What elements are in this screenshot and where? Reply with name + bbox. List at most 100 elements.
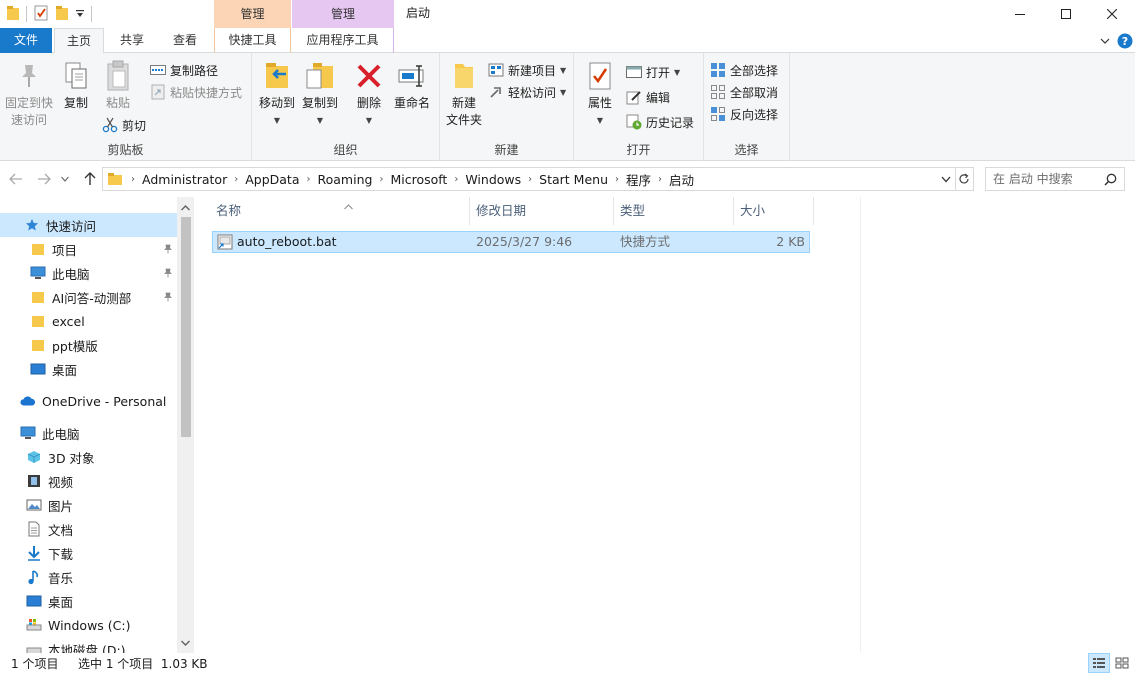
nav-item-projects[interactable]: 项目	[0, 237, 177, 261]
column-header-size[interactable]: 大小	[734, 197, 814, 225]
nav-scrollbar[interactable]	[177, 197, 194, 653]
breadcrumb-chevron-icon[interactable]: ›	[305, 174, 313, 185]
new-item-button[interactable]: 新建项目 ▼	[488, 60, 566, 80]
invert-selection-button[interactable]: 反向选择	[710, 104, 778, 124]
nav-item-ppt-template[interactable]: ppt模版	[0, 333, 177, 357]
forward-button[interactable]	[34, 169, 54, 189]
breadcrumb-chevron-icon[interactable]: ›	[526, 174, 534, 185]
up-button[interactable]	[80, 169, 100, 189]
delete-icon	[357, 64, 381, 88]
tab-app-tools[interactable]: 应用程序工具	[292, 28, 394, 53]
rename-button[interactable]: 重命名	[390, 59, 434, 112]
nav-item-ai-qa[interactable]: AI问答-动测部	[0, 285, 177, 309]
paste-shortcut-button[interactable]: 粘贴快捷方式	[150, 82, 242, 102]
tab-view[interactable]: 查看	[160, 28, 210, 53]
column-header-name[interactable]: 名称	[210, 197, 470, 225]
easy-access-button[interactable]: 轻松访问 ▼	[488, 82, 566, 102]
cut-button[interactable]: 剪切	[102, 115, 146, 135]
nav-item-onedrive[interactable]: OneDrive - Personal	[0, 389, 177, 413]
tab-file[interactable]: 文件	[0, 28, 52, 53]
tab-share[interactable]: 共享	[108, 28, 156, 53]
breadcrumb-chevron-icon[interactable]: ›	[656, 174, 664, 185]
edit-button[interactable]: 编辑	[626, 87, 670, 107]
breadcrumb-chevron-icon[interactable]: ›	[613, 174, 621, 185]
back-button[interactable]	[6, 169, 26, 189]
breadcrumb-item-programs[interactable]: 程序	[621, 170, 656, 189]
copy-button[interactable]: 复制	[58, 59, 94, 112]
open-button[interactable]: 打开 ▼	[626, 62, 680, 82]
properties-check-icon[interactable]	[33, 5, 49, 24]
cloud-icon	[20, 393, 36, 409]
close-button[interactable]	[1089, 0, 1135, 28]
refresh-button[interactable]	[955, 167, 974, 191]
nav-item-desktop-quick[interactable]: 桌面	[0, 357, 177, 381]
help-button[interactable]: ?	[1116, 32, 1134, 50]
breadcrumb-item-roaming[interactable]: Roaming	[313, 172, 378, 187]
large-icons-view-button[interactable]	[1111, 653, 1133, 673]
computer-icon	[20, 425, 36, 441]
nav-item-downloads[interactable]: 下载	[0, 541, 177, 565]
breadcrumb-chevron-icon[interactable]: ›	[377, 174, 385, 185]
address-dropdown-button[interactable]	[937, 168, 955, 190]
cut-label: 剪切	[122, 118, 147, 133]
breadcrumb-chevron-icon[interactable]: ›	[129, 174, 137, 185]
folder-icon[interactable]	[6, 5, 20, 24]
column-header-type[interactable]: 类型	[614, 197, 734, 225]
properties-button[interactable]: 属性 ▼	[580, 59, 620, 129]
minimize-button[interactable]	[997, 0, 1043, 28]
expand-ribbon-button[interactable]	[1096, 32, 1114, 50]
pin-icon	[162, 267, 174, 279]
arrow-right-icon	[38, 173, 51, 185]
pin-quick-access-button[interactable]: 固定到快 速访问	[2, 59, 56, 129]
delete-button[interactable]: 删除 ▼	[352, 59, 386, 129]
nav-item-desktop[interactable]: 桌面	[0, 589, 177, 613]
history-button[interactable]: 历史记录	[626, 112, 694, 132]
maximize-button[interactable]	[1043, 0, 1089, 28]
nav-item-3d-objects[interactable]: 3D 对象	[0, 445, 177, 469]
nav-item-drive-c[interactable]: Windows (C:)	[0, 613, 177, 637]
nav-item-pictures[interactable]: 图片	[0, 493, 177, 517]
nav-item-label: 桌面	[48, 594, 74, 610]
breadcrumb-item-start-menu[interactable]: Start Menu	[534, 172, 613, 187]
nav-item-music[interactable]: 音乐	[0, 565, 177, 589]
tab-shortcut-tools[interactable]: 快捷工具	[214, 28, 291, 53]
copy-to-button[interactable]: 复制到 ▼	[298, 59, 342, 129]
breadcrumb-item-appdata[interactable]: AppData	[240, 172, 304, 187]
select-all-button[interactable]: 全部选择	[710, 60, 778, 80]
open-icon	[626, 66, 642, 78]
breadcrumb-item-administrator[interactable]: Administrator	[137, 172, 232, 187]
nav-scrollbar-thumb[interactable]	[181, 217, 191, 437]
scroll-down-icon[interactable]	[177, 634, 194, 651]
breadcrumb-item-microsoft[interactable]: Microsoft	[385, 172, 452, 187]
paste-button[interactable]: 粘贴	[98, 59, 138, 112]
tab-home[interactable]: 主页	[54, 28, 104, 54]
column-header-modified[interactable]: 修改日期	[470, 197, 614, 225]
nav-item-this-pc[interactable]: 此电脑	[0, 421, 177, 445]
copy-path-button[interactable]: 复制路径	[150, 60, 218, 80]
new-folder-icon[interactable]	[55, 5, 69, 24]
breadcrumb-item-startup[interactable]: 启动	[664, 170, 699, 189]
nav-item-label: 此电脑	[42, 426, 80, 442]
nav-item-quick-access[interactable]: 快速访问	[0, 213, 177, 237]
address-bar[interactable]: › Administrator › AppData › Roaming › Mi…	[102, 167, 956, 191]
breadcrumb-item-windows[interactable]: Windows	[460, 172, 526, 187]
nav-item-drive-d[interactable]: 本地磁盘 (D:)	[0, 637, 177, 653]
table-row[interactable]: auto_reboot.bat 2025/3/27 9:46 快捷方式 2 KB	[212, 231, 810, 253]
details-view-button[interactable]	[1088, 653, 1110, 673]
move-to-button[interactable]: 移动到 ▼	[256, 59, 298, 129]
scroll-up-icon[interactable]	[177, 199, 194, 216]
select-none-button[interactable]: 全部取消	[710, 82, 778, 102]
recent-locations-button[interactable]	[58, 169, 72, 189]
customize-toolbar-icon[interactable]	[75, 7, 85, 22]
nav-item-this-pc-pinned[interactable]: 此电脑	[0, 261, 177, 285]
search-input[interactable]	[986, 169, 1098, 189]
new-folder-button[interactable]: 新建 文件夹	[442, 59, 486, 129]
large-icons-view-icon	[1115, 657, 1129, 669]
nav-item-videos[interactable]: 视频	[0, 469, 177, 493]
nav-item-excel[interactable]: excel	[0, 309, 177, 333]
search-icon[interactable]	[1098, 168, 1122, 190]
nav-item-label: 此电脑	[52, 266, 90, 282]
breadcrumb-chevron-icon[interactable]: ›	[452, 174, 460, 185]
breadcrumb-chevron-icon[interactable]: ›	[232, 174, 240, 185]
nav-item-documents[interactable]: 文档	[0, 517, 177, 541]
